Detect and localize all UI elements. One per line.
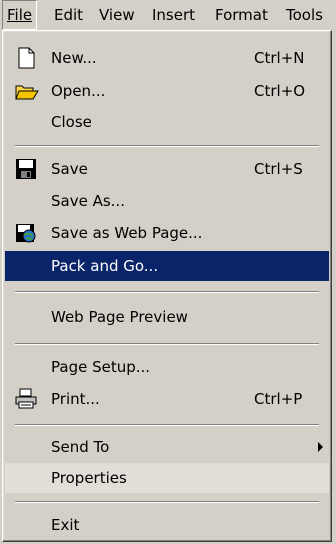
save-disk-icon [15,158,37,180]
menu-item-print[interactable]: Print... Ctrl+P [5,385,329,413]
menu-item-close[interactable]: Close [5,108,329,136]
menu-separator [15,291,319,293]
menu-item-properties[interactable]: Properties [5,463,329,493]
printer-icon [15,388,37,410]
menu-item-save-as-web-page[interactable]: Save as Web Page... [5,219,329,247]
menu-item-new[interactable]: New... Ctrl+N [5,44,329,72]
menu-insert[interactable]: Insert [148,0,199,30]
web-page-icon [15,222,37,244]
menu-item-web-page-preview[interactable]: Web Page Preview [5,303,329,331]
menu-bar: File Edit View Insert Format Tools [0,0,336,30]
menu-tools[interactable]: Tools [282,0,327,30]
menu-item-exit[interactable]: Exit [5,511,329,539]
menu-format[interactable]: Format [211,0,272,30]
menu-item-open[interactable]: Open... Ctrl+O [5,77,329,105]
menu-edit[interactable]: Edit [50,0,87,30]
menu-item-save-as[interactable]: Save As... [5,187,329,215]
menu-item-send-to[interactable]: Send To [5,433,329,461]
menu-view[interactable]: View [95,0,139,30]
submenu-arrow-icon [318,442,323,452]
menu-item-save[interactable]: Save Ctrl+S [5,155,329,183]
new-document-icon [15,47,37,69]
menu-separator [15,343,319,345]
menu-file[interactable]: File [2,0,38,30]
open-folder-icon [15,80,39,102]
menu-item-pack-and-go[interactable]: Pack and Go... [5,251,329,281]
menu-separator [15,145,319,147]
file-menu-dropdown: New... Ctrl+N Open... Ctrl+O Close Save … [2,30,332,542]
menu-separator [15,424,319,426]
menu-item-page-setup[interactable]: Page Setup... [5,353,329,381]
menu-separator [15,501,319,503]
